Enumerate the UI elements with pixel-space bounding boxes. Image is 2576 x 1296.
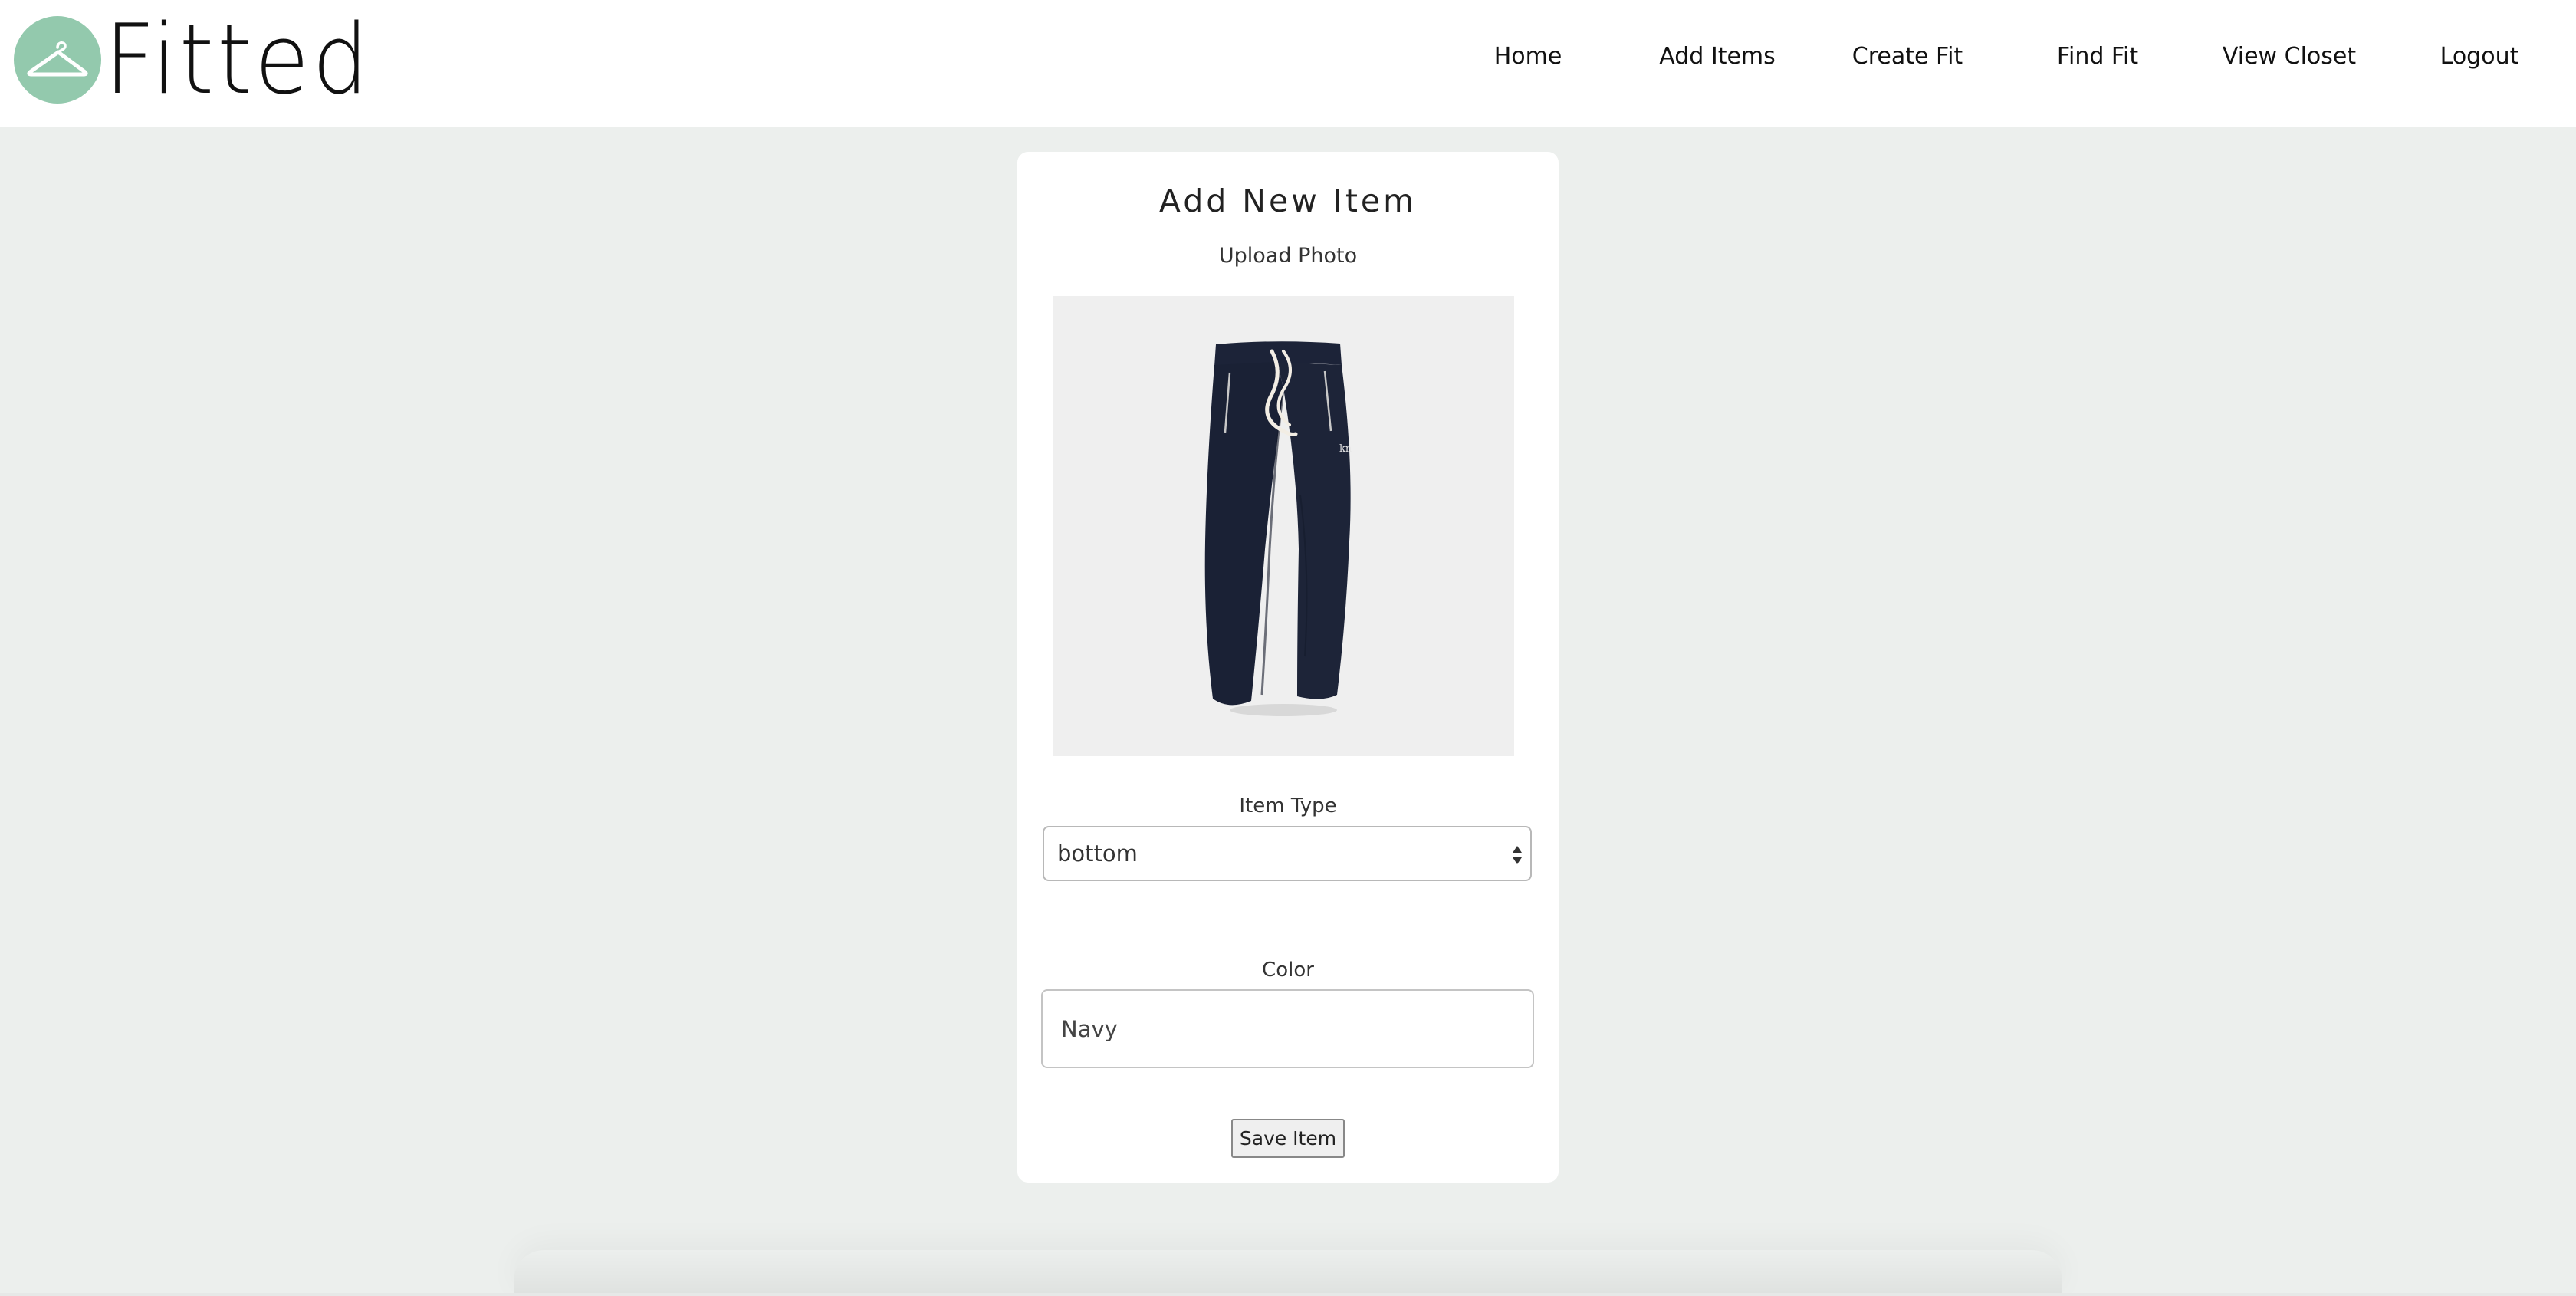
nav-find-fit[interactable]: Find Fit <box>2057 43 2138 70</box>
navy-jogger-pants-image: kn <box>1053 296 1514 756</box>
nav-view-closet[interactable]: View Closet <box>2223 43 2356 70</box>
item-type-value: bottom <box>1057 840 1138 867</box>
color-input[interactable] <box>1041 989 1534 1068</box>
item-type-label: Item Type <box>1239 794 1337 817</box>
nav-home[interactable]: Home <box>1494 43 1562 70</box>
top-navbar: Fitted Home Add Items Create Fit Find Fi… <box>0 0 2576 127</box>
brand-logo[interactable]: Fitted <box>14 3 395 116</box>
page-title: Add New Item <box>1158 183 1418 219</box>
brand-name: Fitted <box>104 3 372 116</box>
select-arrows-icon <box>1513 846 1522 864</box>
add-item-card: Add New Item Upload Photo kn Item Type b… <box>1017 152 1559 1183</box>
page-bottom-edge <box>0 1293 2576 1296</box>
item-photo[interactable]: kn <box>1053 296 1514 756</box>
nav-create-fit[interactable]: Create Fit <box>1852 43 1963 70</box>
footer-shadow <box>514 1250 2062 1296</box>
upload-photo-label[interactable]: Upload Photo <box>1017 244 1559 268</box>
save-item-button[interactable]: Save Item <box>1231 1119 1345 1158</box>
clothes-hanger-icon <box>14 16 101 104</box>
nav-logout[interactable]: Logout <box>2440 43 2519 70</box>
nav-add-items[interactable]: Add Items <box>1659 43 1776 70</box>
svg-text:kn: kn <box>1339 443 1352 455</box>
item-type-select[interactable]: bottom <box>1043 826 1532 881</box>
color-label: Color <box>1262 959 1314 982</box>
